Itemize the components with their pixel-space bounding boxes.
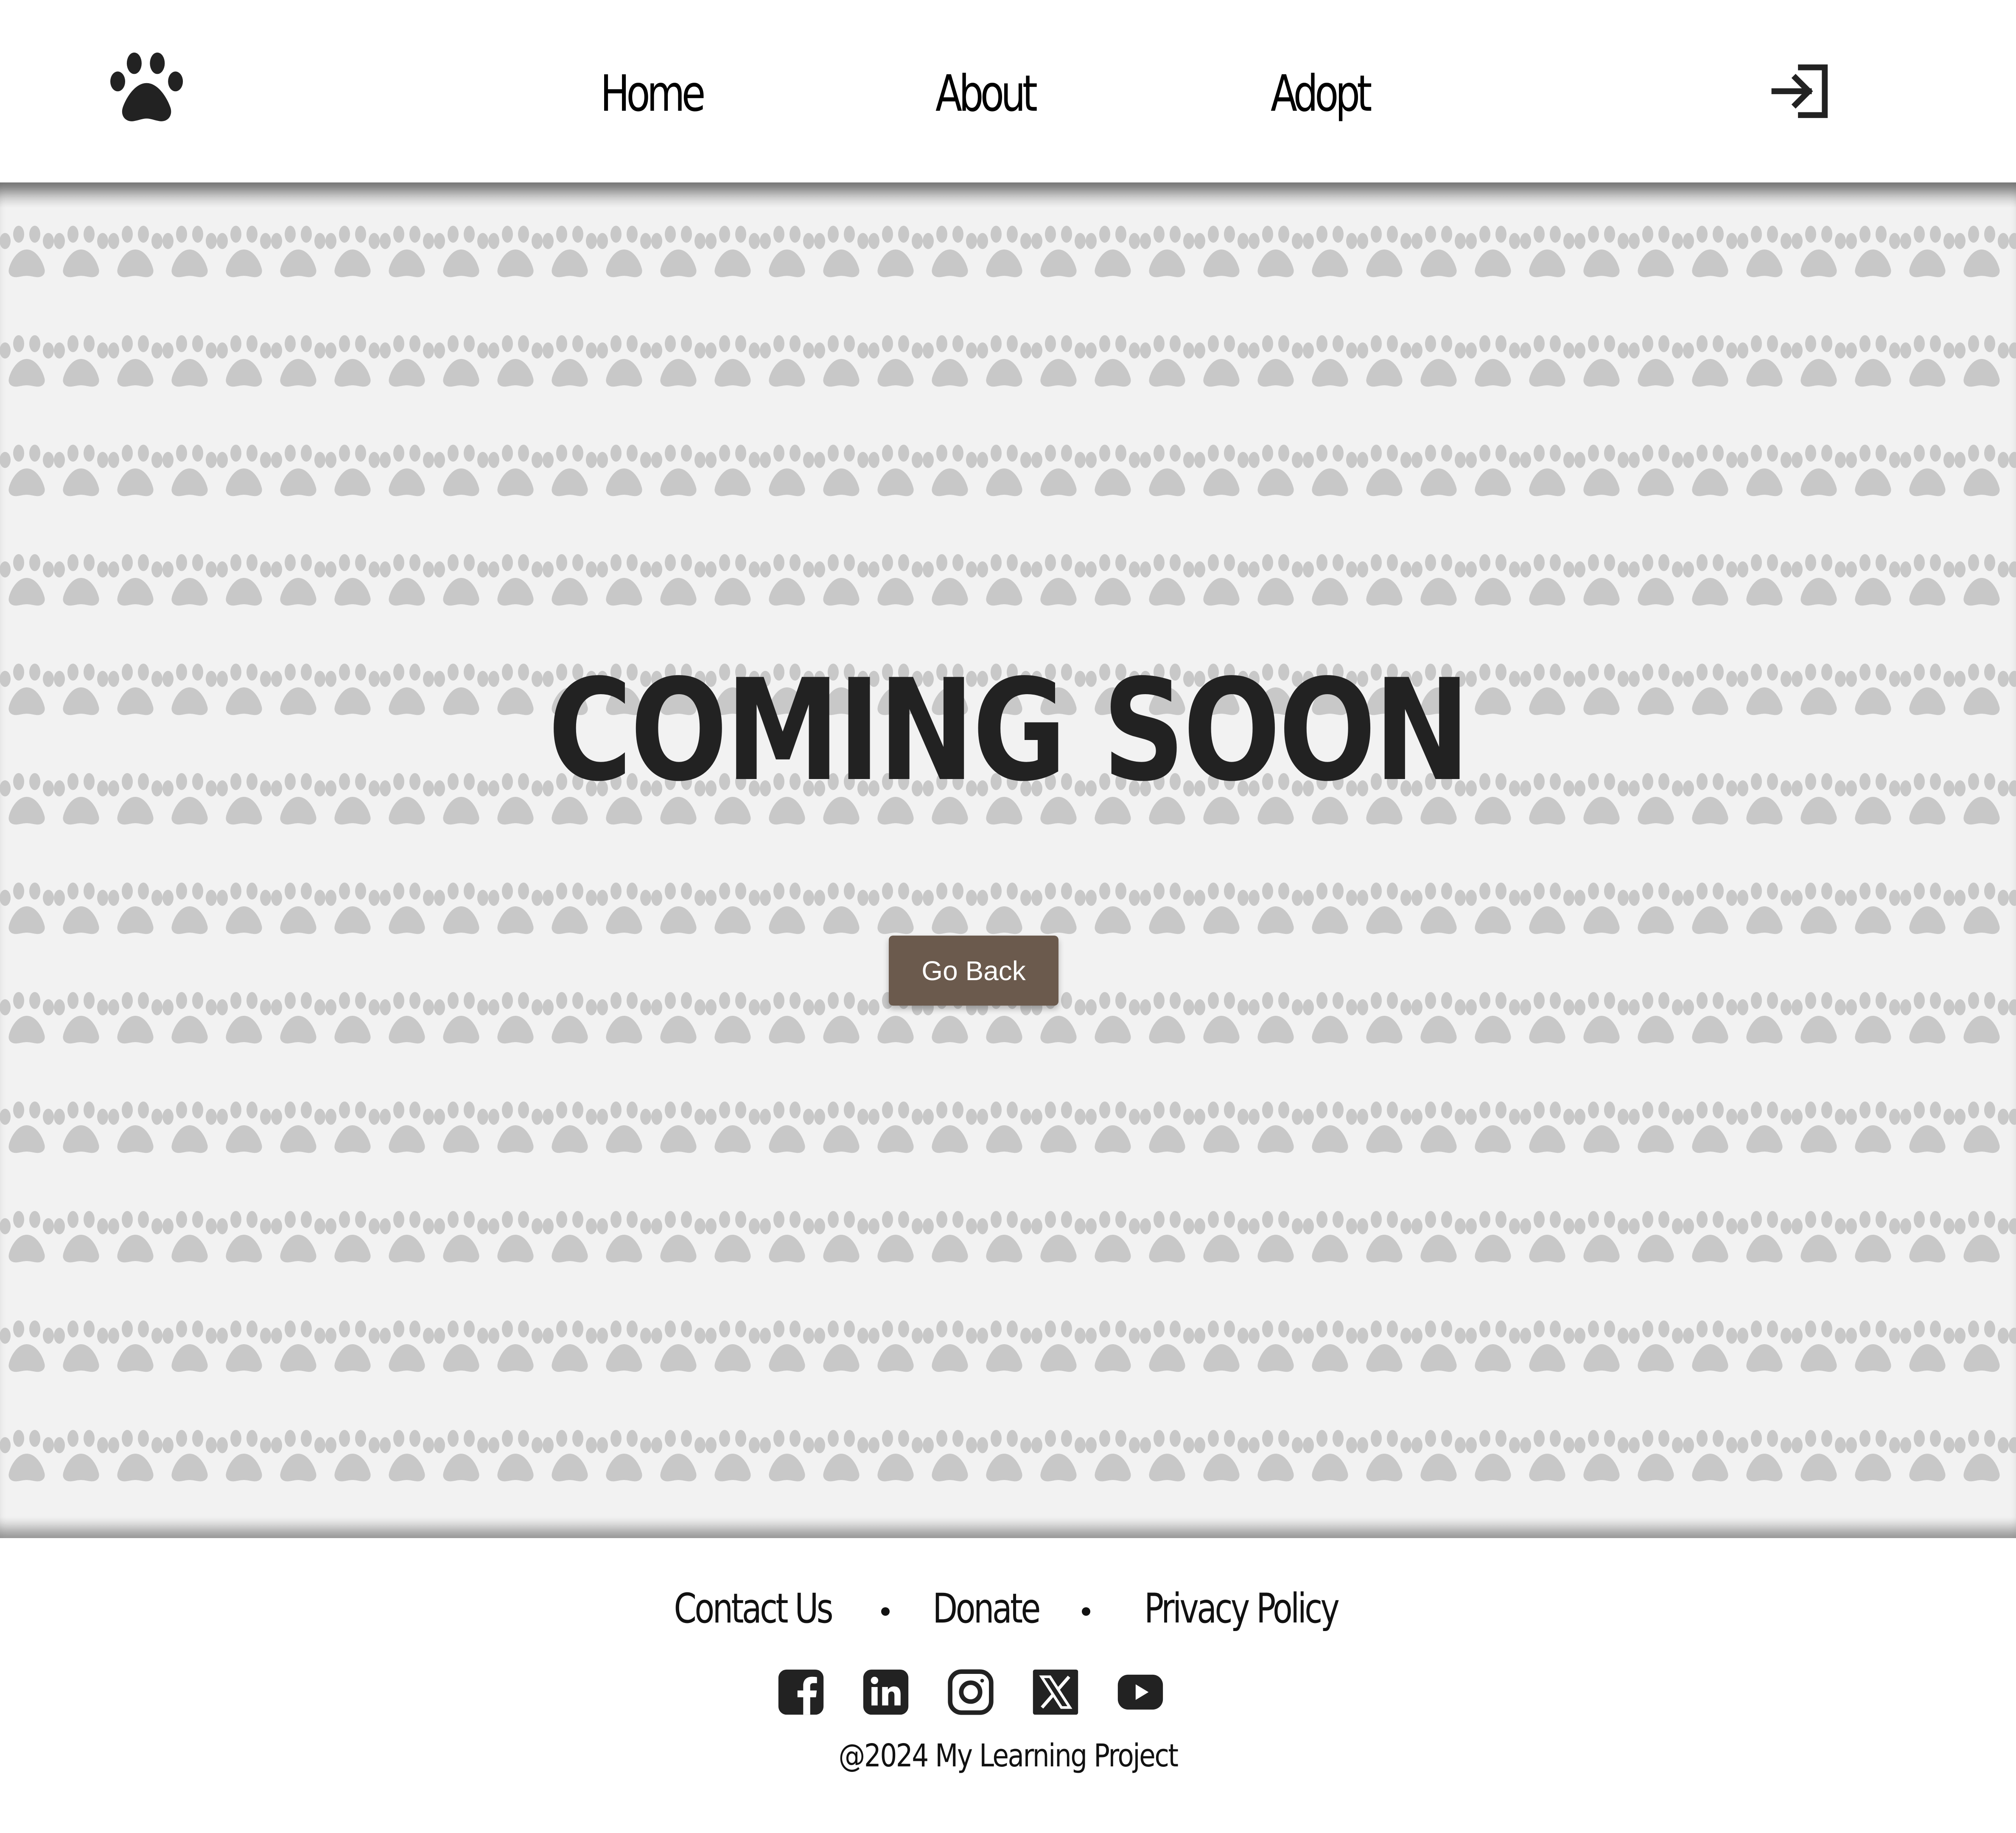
social-links <box>776 1668 1243 1718</box>
footer-separator <box>881 1607 890 1616</box>
youtube-icon[interactable] <box>1116 1668 1165 1717</box>
hero-section: COMING SOON Go Back <box>0 182 2016 1538</box>
login-icon[interactable] <box>1769 59 1833 123</box>
paw-icon[interactable] <box>104 50 191 124</box>
linkedin-icon[interactable] <box>861 1668 910 1717</box>
go-back-button[interactable]: Go Back <box>889 936 1058 1006</box>
footer-link-privacy[interactable]: Privacy Policy <box>1144 1585 1340 1632</box>
page: Home About Adopt COMING SOON Go Back Con… <box>0 0 2016 1833</box>
copyright-text: @2024 My Learning Project <box>838 1738 1179 1774</box>
instagram-icon[interactable] <box>946 1668 995 1717</box>
x-icon[interactable] <box>1031 1668 1080 1717</box>
hero-shadow-bottom <box>0 1517 2016 1538</box>
footer-link-donate[interactable]: Donate <box>932 1585 1041 1632</box>
footer-separator <box>1081 1607 1090 1616</box>
paw-pattern-background <box>0 182 2016 1538</box>
hero-shadow-top <box>0 182 2016 208</box>
footer-links: Contact Us Donate Privacy Policy <box>0 1585 2016 1632</box>
site-footer: Contact Us Donate Privacy Policy @2024 M… <box>0 1538 2016 1833</box>
page-title: COMING SOON <box>548 649 1470 812</box>
site-header: Home About Adopt <box>0 0 2016 182</box>
nav-home[interactable]: Home <box>600 59 706 127</box>
footer-link-contact[interactable]: Contact Us <box>674 1585 834 1632</box>
nav-about[interactable]: About <box>935 59 1038 127</box>
nav-adopt[interactable]: Adopt <box>1271 59 1372 127</box>
facebook-icon[interactable] <box>776 1668 826 1717</box>
